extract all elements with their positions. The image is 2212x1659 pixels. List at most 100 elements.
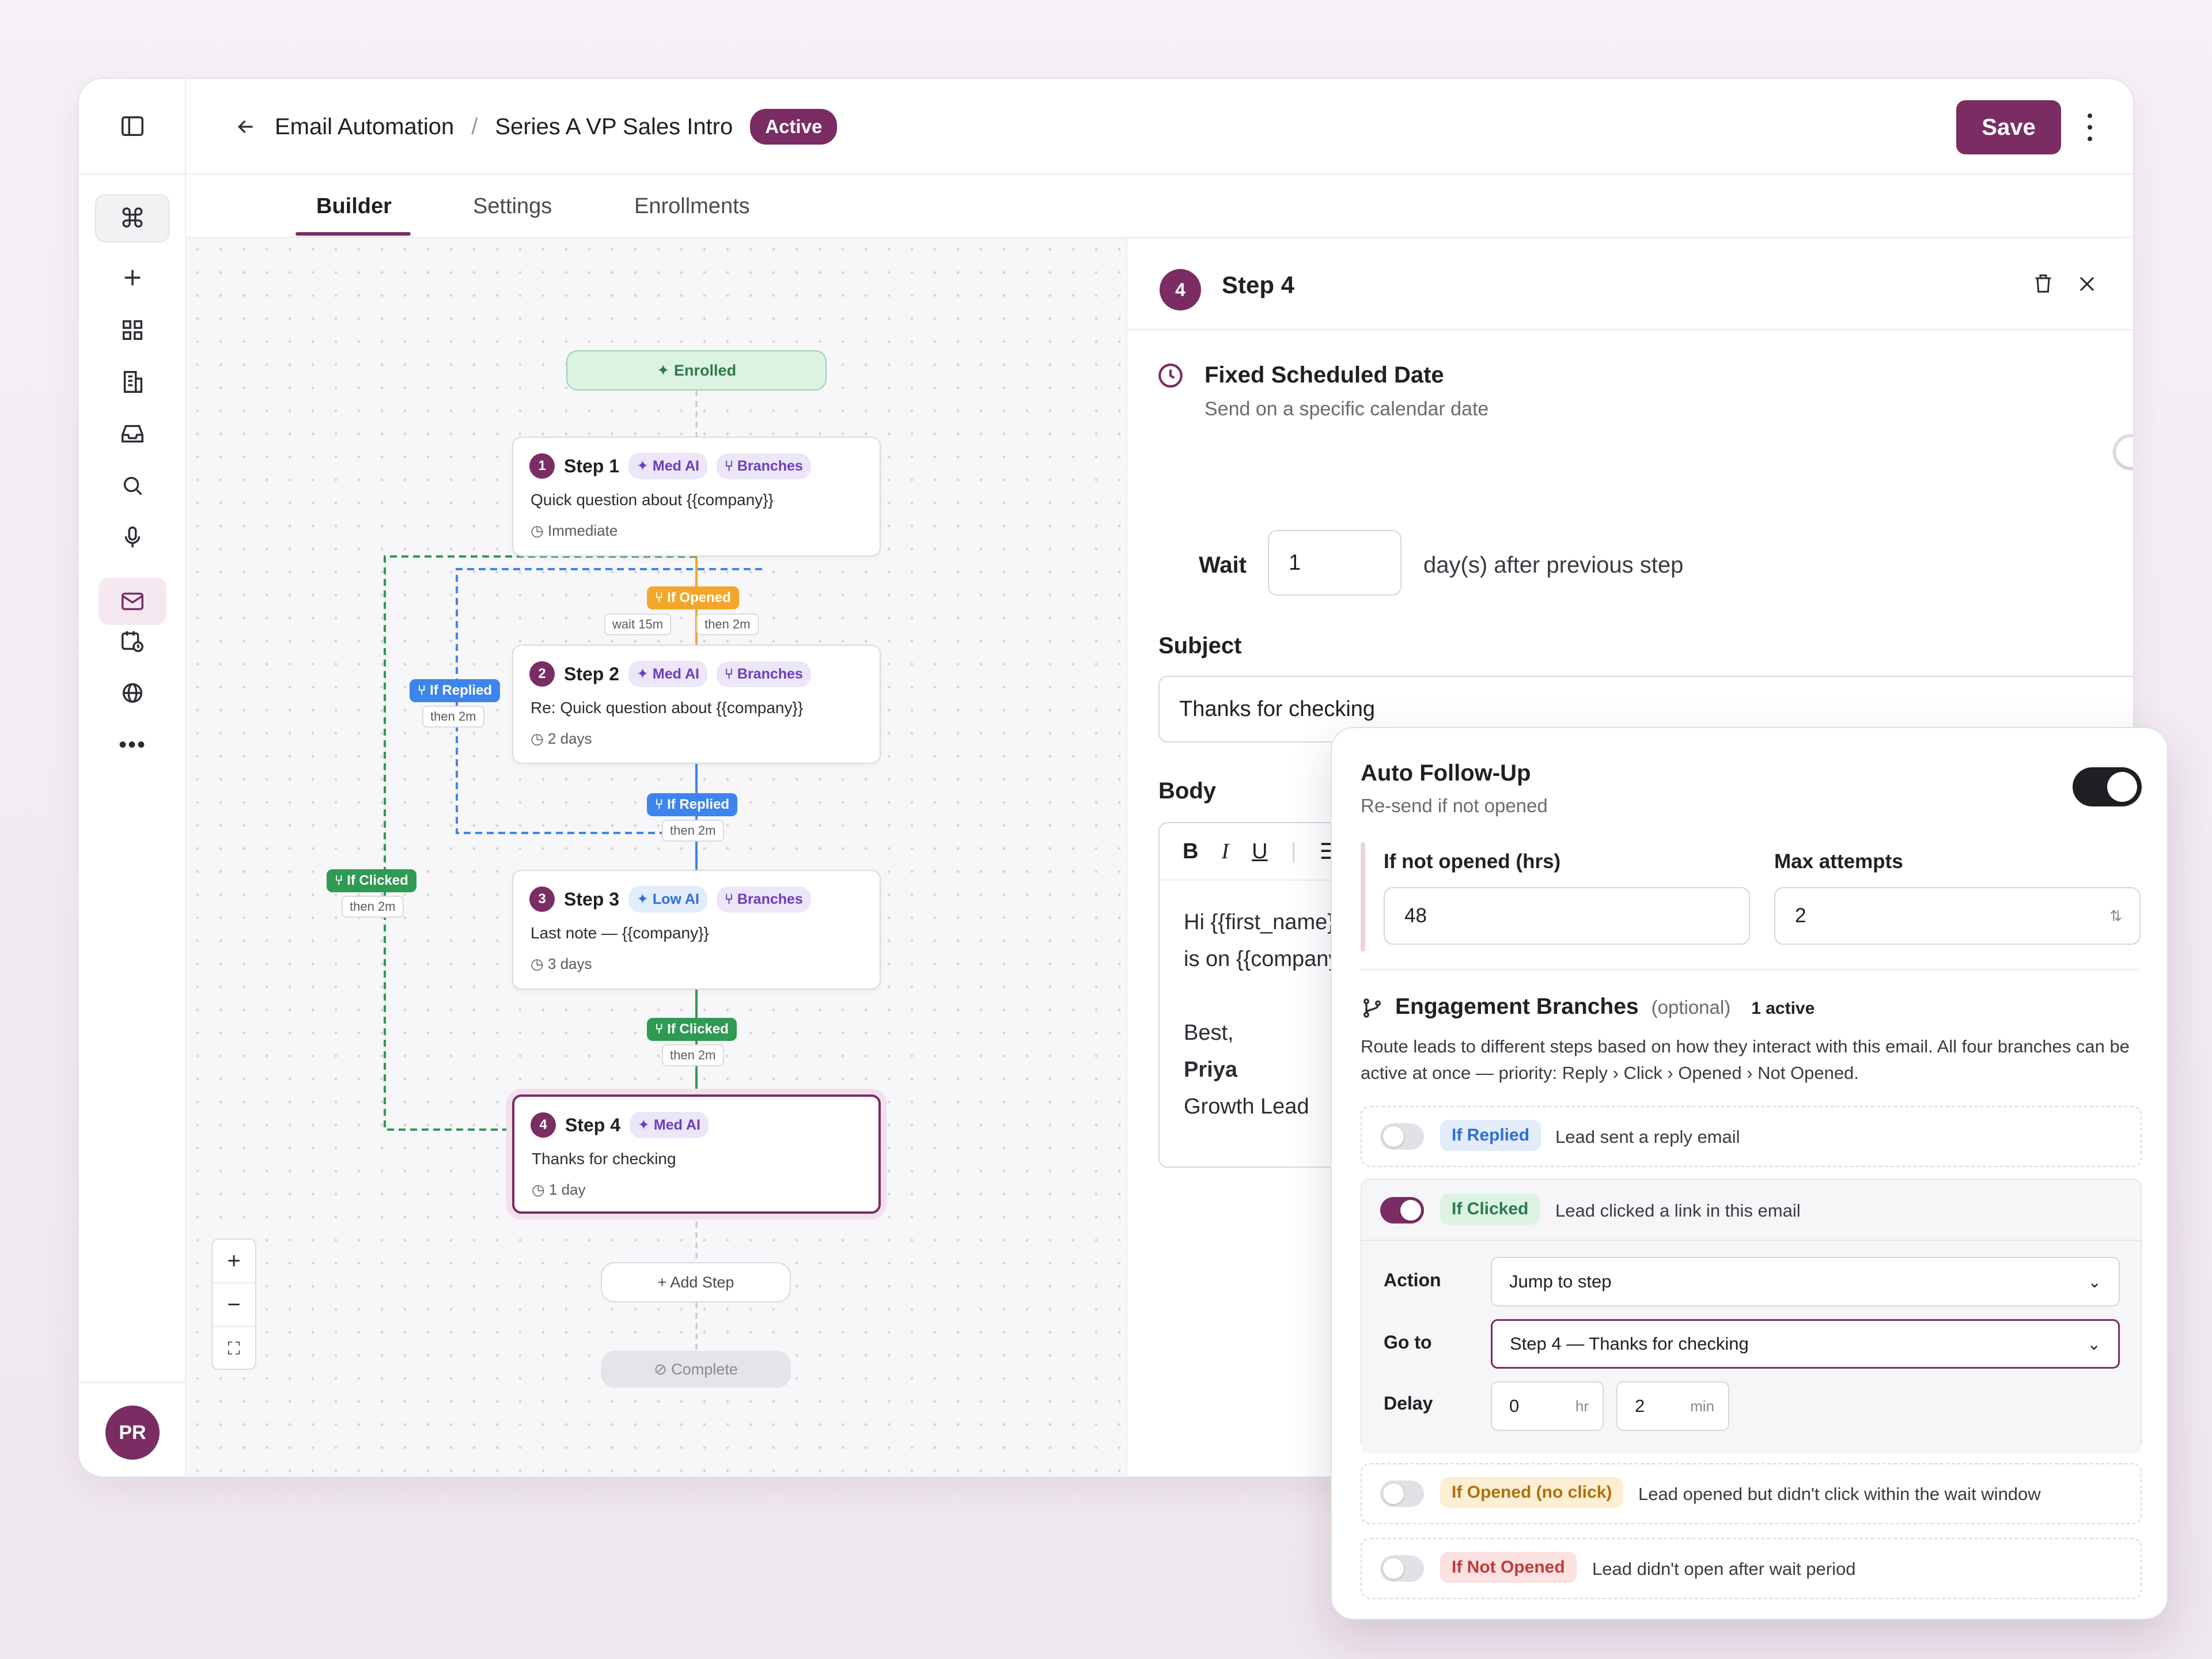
branch-toggle-not-opened[interactable] xyxy=(1380,1555,1424,1582)
action-label: Action xyxy=(1384,1270,1441,1290)
engagement-branches-description: Route leads to different steps based on … xyxy=(1361,1036,2130,1083)
edge-if-clicked-tag[interactable]: ⑂ If Clicked xyxy=(327,869,416,892)
max-attempts-input[interactable]: 2 ⇅ xyxy=(1774,887,2141,945)
nav-web[interactable] xyxy=(79,670,186,716)
nav-voice[interactable] xyxy=(79,514,186,560)
underline-button[interactable]: U xyxy=(1252,839,1267,864)
new-button[interactable] xyxy=(79,255,186,301)
calendar-icon xyxy=(122,631,143,652)
panel-title: Step 4 xyxy=(1222,271,1295,298)
branch-tag: If Replied xyxy=(1440,1120,1541,1151)
nav-dashboard[interactable] xyxy=(79,307,186,353)
edge-then-tag: then 2m xyxy=(696,613,759,635)
ai-level-chip: ✦ Low AI xyxy=(628,886,707,912)
max-attempts-value: 2 xyxy=(1795,904,1806,927)
nav-more[interactable]: ••• xyxy=(79,722,186,768)
top-bar: Email Automation / Series A VP Sales Int… xyxy=(186,79,2133,175)
enrolled-trigger[interactable]: ✦ Enrolled xyxy=(566,350,827,391)
branch-toggle-replied[interactable] xyxy=(1380,1123,1424,1150)
ai-level-chip: ✦ Med AI xyxy=(628,661,707,687)
action-select[interactable]: Jump to step ⌄ xyxy=(1491,1257,2120,1306)
delay-hours-input[interactable]: 0 hr xyxy=(1491,1381,1604,1431)
step-node-2[interactable]: 2 Step 2 ✦ Med AI ⑂ Branches Re: Quick q… xyxy=(512,645,881,764)
nav-companies[interactable] xyxy=(79,359,186,405)
toolbar-divider: | xyxy=(1290,839,1297,863)
step-title: Step 4 xyxy=(565,1114,621,1135)
step-number: 4 xyxy=(531,1112,556,1138)
edge-if-clicked-tag[interactable]: ⑂ If Clicked xyxy=(647,1018,737,1041)
hours-unit: hr xyxy=(1575,1397,1589,1415)
wait-label: Wait xyxy=(1199,552,1247,578)
plus-icon xyxy=(124,270,141,286)
subject-label: Subject xyxy=(1158,633,1242,658)
goto-select[interactable]: Step 4 — Thanks for checking ⌄ xyxy=(1491,1319,2120,1369)
tab-settings[interactable]: Settings xyxy=(473,175,552,238)
save-button[interactable]: Save xyxy=(1956,100,2061,154)
branch-tag: If Clicked xyxy=(1440,1194,1540,1225)
step-node-header: 4 Step 4 ✦ Med AI xyxy=(531,1112,709,1138)
delay-minutes-value: 2 xyxy=(1635,1396,1645,1416)
dashboard-icon xyxy=(122,320,143,340)
more-options-button[interactable] xyxy=(2081,109,2099,146)
zoom-out-button[interactable]: − xyxy=(213,1283,255,1327)
zoom-in-button[interactable]: + xyxy=(213,1240,255,1283)
tab-enrollments[interactable]: Enrollments xyxy=(634,175,750,238)
edge-then-tag: then 2m xyxy=(342,896,404,918)
fixed-date-toggle[interactable] xyxy=(2112,434,2133,471)
step-node-header: 1 Step 1 ✦ Med AI ⑂ Branches xyxy=(529,453,811,479)
edge-wait-tag: wait 15m xyxy=(604,613,672,635)
add-step-button[interactable]: + Add Step xyxy=(601,1262,791,1302)
breadcrumb: Email Automation / Series A VP Sales Int… xyxy=(234,79,838,175)
branch-if-clicked: If Clicked Lead clicked a link in this e… xyxy=(1361,1179,2142,1453)
wait-after-label: day(s) after previous step xyxy=(1423,552,1684,578)
delay-hours-value: 0 xyxy=(1509,1396,1520,1416)
edge-if-replied-tag[interactable]: ⑂ If Replied xyxy=(410,679,501,702)
close-icon xyxy=(2080,276,2094,291)
step-node-1[interactable]: 1 Step 1 ✦ Med AI ⑂ Branches Quick quest… xyxy=(512,437,881,556)
chevron-down-icon: ⌄ xyxy=(2087,1335,2101,1353)
nav-search[interactable] xyxy=(79,463,186,509)
ai-level-chip: ✦ Med AI xyxy=(628,453,707,479)
flow-canvas[interactable]: ✦ Enrolled 1 Step 1 ✦ Med AI ⑂ Branches … xyxy=(186,238,1127,1476)
delay-label: Delay xyxy=(1384,1393,1433,1414)
tab-builder[interactable]: Builder xyxy=(316,175,392,238)
engagement-branches-heading: Engagement Branches xyxy=(1395,994,1639,1019)
followup-toggle[interactable] xyxy=(2073,767,2142,806)
step-subject: Re: Quick question about {{company}} xyxy=(531,699,804,717)
branch-description: Lead opened but didn't click within the … xyxy=(1638,1484,2041,1504)
edge-if-opened-tag[interactable]: ⑂ If Opened xyxy=(647,586,739,609)
step-node-4[interactable]: 4 Step 4 ✦ Med AI Thanks for checking ◷ … xyxy=(512,1094,881,1214)
branches-chip: ⑂ Branches xyxy=(716,661,811,687)
delete-step-button[interactable] xyxy=(2026,267,2061,301)
command-button[interactable]: ⌘ xyxy=(95,194,170,243)
nav-calendar[interactable] xyxy=(79,618,186,664)
breadcrumb-root-link[interactable]: Email Automation xyxy=(275,114,454,140)
minutes-unit: min xyxy=(1690,1397,1714,1415)
body-label: Body xyxy=(1158,778,1216,804)
nav-inbox[interactable] xyxy=(79,411,186,457)
search-icon xyxy=(123,476,142,495)
delay-minutes-input[interactable]: 2 min xyxy=(1616,1381,1729,1431)
bold-button[interactable]: B xyxy=(1183,839,1198,864)
fit-view-button[interactable]: ⛶ xyxy=(213,1327,255,1371)
stepper-icon[interactable]: ⇅ xyxy=(2109,907,2122,925)
mail-icon xyxy=(122,592,143,611)
back-arrow-icon[interactable] xyxy=(234,115,257,138)
wait-days-input[interactable]: 1 xyxy=(1268,530,1402,596)
sidebar-toggle-button[interactable] xyxy=(79,79,186,175)
step-subject: Last note — {{company}} xyxy=(531,924,709,942)
avatar[interactable]: PR xyxy=(105,1406,160,1460)
action-value: Jump to step xyxy=(1509,1271,1612,1291)
step-delay: ◷ Immediate xyxy=(531,522,618,539)
if-not-opened-input[interactable]: 48 xyxy=(1384,887,1750,945)
branch-description: Lead clicked a link in this email xyxy=(1555,1200,1801,1221)
branch-toggle-clicked[interactable] xyxy=(1380,1197,1424,1224)
close-panel-button[interactable] xyxy=(2070,267,2104,301)
panel-header: 4 Step 4 xyxy=(1127,238,2133,330)
branch-if-replied: If Replied Lead sent a reply email xyxy=(1361,1106,2142,1167)
edge-if-replied-tag[interactable]: ⑂ If Replied xyxy=(647,793,738,816)
italic-button[interactable]: I xyxy=(1221,839,1229,864)
branches-chip: ⑂ Branches xyxy=(716,886,811,912)
branch-toggle-opened[interactable] xyxy=(1380,1480,1424,1507)
step-node-3[interactable]: 3 Step 3 ✦ Low AI ⑂ Branches Last note —… xyxy=(512,870,881,990)
